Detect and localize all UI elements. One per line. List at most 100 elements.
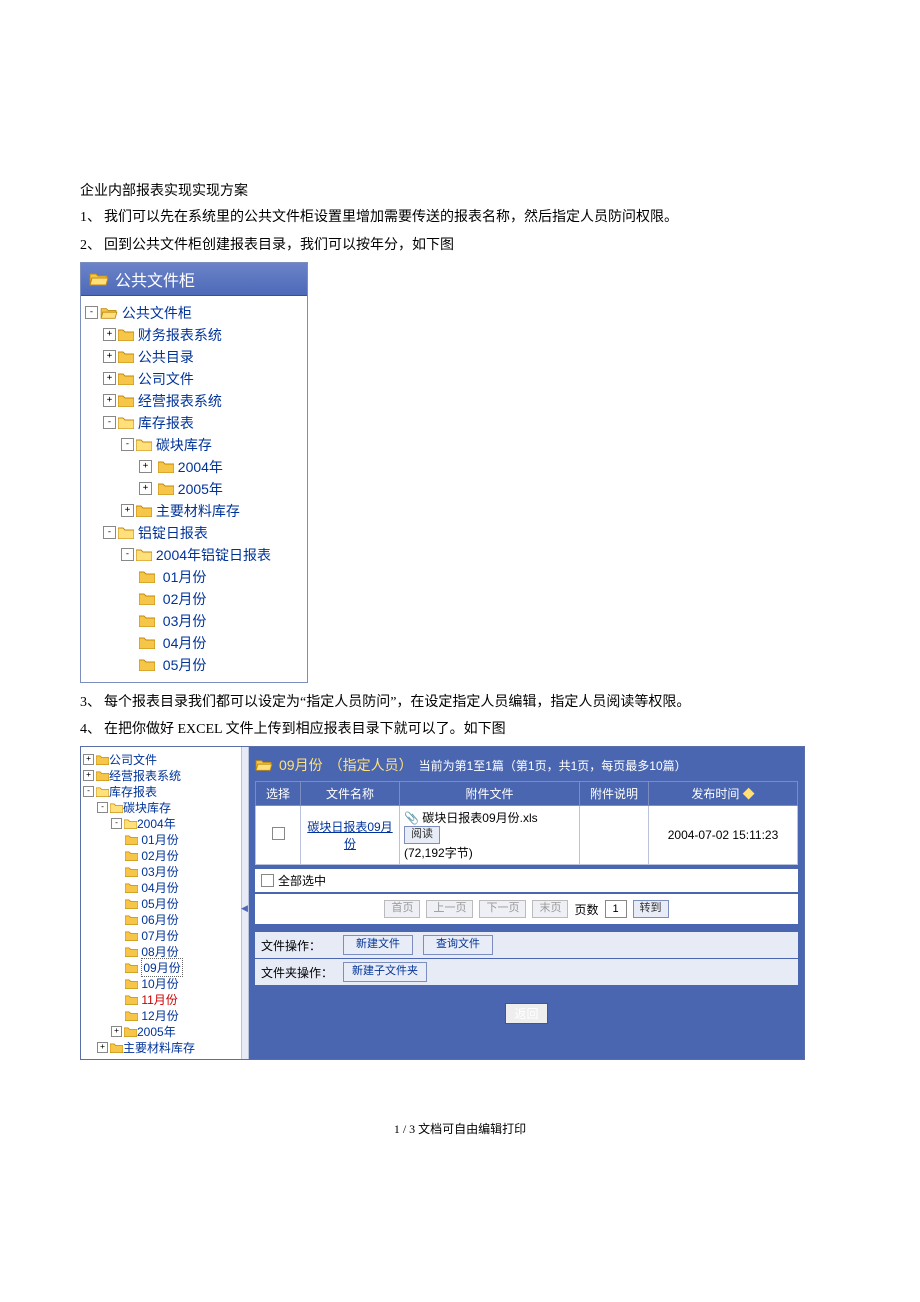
folder-open-icon	[124, 818, 137, 829]
item-num: 2、	[80, 234, 104, 258]
folder-icon	[118, 372, 134, 385]
folder-icon	[139, 636, 155, 649]
folder-icon	[139, 570, 155, 583]
toggle-icon[interactable]: +	[121, 504, 134, 517]
toggle-icon[interactable]: +	[83, 770, 94, 781]
tree-node[interactable]: 05月份	[163, 655, 207, 675]
folder-open-icon	[118, 526, 134, 539]
tree-node[interactable]: 铝锭日报表	[138, 523, 208, 543]
toggle-icon[interactable]: +	[97, 1042, 108, 1053]
splitter[interactable]	[241, 747, 249, 1059]
tree-node[interactable]: 2004年	[178, 457, 223, 477]
page-input[interactable]	[605, 900, 627, 918]
tree-node[interactable]: 财务报表系统	[138, 325, 222, 345]
tree-node[interactable]: 库存报表	[138, 413, 194, 433]
toggle-icon[interactable]: -	[97, 802, 108, 813]
folder-icon	[125, 834, 138, 845]
folder-open-icon	[136, 438, 152, 451]
tree-node[interactable]: 公共目录	[138, 347, 194, 367]
tree-node-month[interactable]: 06月份	[141, 911, 178, 928]
folder-icon	[125, 898, 138, 909]
tree-node-month[interactable]: 05月份	[141, 895, 178, 912]
tree-node[interactable]: 01月份	[163, 567, 207, 587]
tree-node-month[interactable]: 10月份	[141, 975, 178, 992]
toggle-icon[interactable]: -	[121, 438, 134, 451]
toggle-icon[interactable]: -	[103, 526, 116, 539]
pager: 首页 上一页 下一页 末页 页数 转到	[255, 894, 798, 924]
file-size: (72,192字节)	[404, 846, 473, 860]
toggle-icon[interactable]: +	[139, 460, 152, 473]
toggle-icon[interactable]: -	[111, 818, 122, 829]
next-page-button[interactable]: 下一页	[479, 900, 526, 918]
col-desc: 附件说明	[580, 782, 649, 806]
tree-node[interactable]: 主要材料库存	[156, 501, 240, 521]
file-table: 选择 文件名称 附件文件 附件说明 发布时间 ◆ 碳块日报表09月份 📎 碳块日…	[255, 781, 798, 865]
tree-node-month[interactable]: 04月份	[141, 879, 178, 896]
folder-icon	[125, 946, 138, 957]
toggle-icon[interactable]: -	[85, 306, 98, 319]
toggle-icon[interactable]: +	[111, 1026, 122, 1037]
file-panel: +公司文件 +经营报表系统 -库存报表 -碳块库存 -2004年 01月份 02…	[80, 746, 805, 1060]
content-header: 09月份 （指定人员） 当前为第1至1篇（第1页，共1页，每页最多10篇）	[255, 753, 798, 781]
folder-open-icon	[89, 271, 109, 287]
toggle-icon[interactable]: +	[103, 350, 116, 363]
file-ops-label: 文件操作：	[261, 937, 333, 954]
folder-icon	[125, 850, 138, 861]
tree-node[interactable]: 公司文件	[109, 751, 157, 768]
sort-icon[interactable]: ◆	[743, 787, 755, 801]
tree-node[interactable]: 碳块库存	[123, 799, 171, 816]
tree-node-month[interactable]: 11月份	[141, 991, 177, 1008]
attachment-name: 碳块日报表09月份.xls	[422, 811, 537, 825]
toggle-icon[interactable]: +	[103, 394, 116, 407]
folder-open-icon	[100, 306, 118, 320]
tree-node[interactable]: 2005年	[178, 479, 223, 499]
folder-icon	[118, 394, 134, 407]
toggle-icon[interactable]: +	[83, 754, 94, 765]
toggle-icon[interactable]: -	[103, 416, 116, 429]
tree-node-month[interactable]: 02月份	[141, 847, 178, 864]
item-text-1: 我们可以先在系统里的公共文件柜设置里增加需要传送的报表名称，然后指定人员防问权限…	[104, 206, 840, 230]
tree1-header: 公共文件柜	[81, 263, 307, 296]
prev-page-button[interactable]: 上一页	[426, 900, 473, 918]
tree-node[interactable]: 02月份	[163, 589, 207, 609]
new-folder-button[interactable]: 新建子文件夹	[343, 962, 427, 982]
read-button[interactable]: 阅读	[404, 826, 440, 844]
toggle-icon[interactable]: +	[103, 372, 116, 385]
select-all-checkbox[interactable]	[261, 874, 274, 887]
item-text-2: 回到公共文件柜创建报表目录，我们可以按年分，如下图	[104, 234, 840, 258]
tree-node[interactable]: 主要材料库存	[123, 1039, 195, 1056]
tree-node[interactable]: 碳块库存	[156, 435, 212, 455]
toggle-icon[interactable]: +	[103, 328, 116, 341]
tree-root[interactable]: 公共文件柜	[122, 303, 192, 323]
toggle-icon[interactable]: +	[139, 482, 152, 495]
folder-icon	[110, 1042, 123, 1053]
toggle-icon[interactable]: -	[83, 786, 94, 797]
tree-node[interactable]: 公司文件	[138, 369, 194, 389]
first-page-button[interactable]: 首页	[384, 900, 420, 918]
tree-node-month[interactable]: 12月份	[141, 1007, 178, 1024]
tree-node[interactable]: 2005年	[137, 1023, 176, 1040]
tree-node[interactable]: 03月份	[163, 611, 207, 631]
last-page-button[interactable]: 末页	[532, 900, 568, 918]
query-file-button[interactable]: 查询文件	[423, 935, 493, 955]
row-checkbox[interactable]	[272, 827, 285, 840]
tree-node[interactable]: 经营报表系统	[138, 391, 222, 411]
folder-open-icon	[118, 416, 134, 429]
select-all-label: 全部选中	[278, 872, 326, 889]
tree-node[interactable]: 库存报表	[109, 783, 157, 800]
tree-node-month[interactable]: 01月份	[141, 831, 178, 848]
tree-node[interactable]: 2004年	[137, 815, 176, 832]
folder-icon	[139, 658, 155, 671]
file-name-link[interactable]: 碳块日报表09月份	[307, 820, 392, 851]
tree-node[interactable]: 经营报表系统	[109, 767, 181, 784]
tree-node-month[interactable]: 07月份	[141, 927, 178, 944]
tree-node[interactable]: 2004年铝锭日报表	[156, 545, 271, 565]
tree-node[interactable]: 04月份	[163, 633, 207, 653]
new-file-button[interactable]: 新建文件	[343, 935, 413, 955]
folder-icon	[125, 882, 138, 893]
back-button[interactable]: 返回	[505, 1003, 547, 1024]
toggle-icon[interactable]: -	[121, 548, 134, 561]
tree-node-month[interactable]: 03月份	[141, 863, 178, 880]
folder-open-icon	[255, 758, 273, 772]
goto-button[interactable]: 转到	[633, 900, 669, 918]
